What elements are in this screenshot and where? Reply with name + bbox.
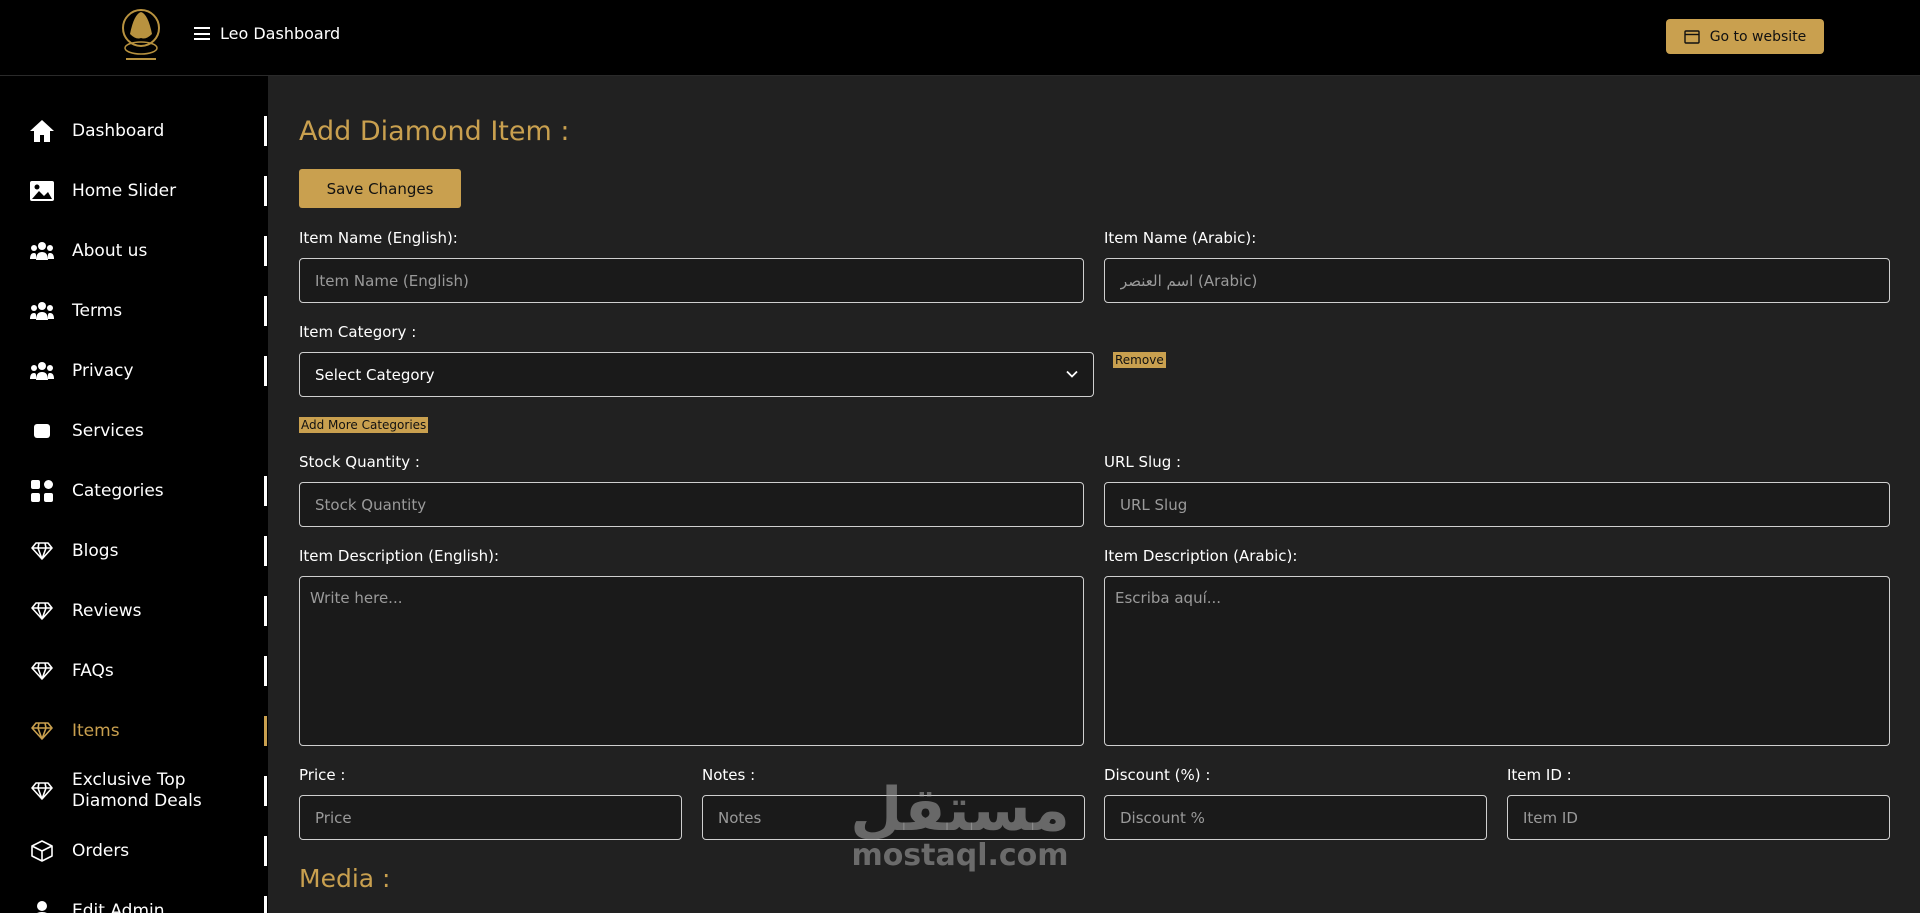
diamond-icon — [28, 717, 56, 745]
item-name-en-label: Item Name (English): — [299, 229, 458, 247]
sidebar-item-home-slider[interactable]: Home Slider — [0, 176, 268, 206]
sidebar-item-label: Exclusive Top Diamond Deals — [72, 770, 202, 811]
description-ar-textarea[interactable] — [1104, 576, 1890, 746]
sidebar-item-about-us[interactable]: About us — [0, 236, 268, 266]
sidebar-divider — [264, 116, 267, 146]
sidebar-item-items[interactable]: Items — [0, 716, 268, 746]
category-select-value: Select Category — [315, 365, 435, 384]
item-category-label: Item Category : — [299, 323, 417, 341]
discount-label: Discount (%) : — [1104, 766, 1211, 784]
sidebar-divider — [264, 656, 267, 686]
image-icon — [28, 177, 56, 205]
diamond-icon — [28, 597, 56, 625]
sidebar-divider — [264, 176, 267, 206]
sidebar-divider — [264, 296, 267, 326]
grid-icon — [28, 477, 56, 505]
sidebar-item-edit-admin[interactable]: Edit Admin — [0, 896, 268, 913]
add-more-categories-button[interactable]: Add More Categories — [299, 417, 429, 433]
top-bar: Leo Dashboard Go to website — [0, 0, 1920, 76]
chevron-down-icon — [1066, 370, 1078, 378]
remove-category-button[interactable]: Remove — [1113, 352, 1166, 368]
sidebar-item-dashboard[interactable]: Dashboard — [0, 116, 268, 146]
sidebar-item-services[interactable]: Services — [0, 416, 268, 446]
media-section-title: Media : — [299, 864, 391, 893]
sidebar-item-label: Services — [72, 420, 144, 441]
box-icon — [28, 837, 56, 865]
sidebar-item-orders[interactable]: Orders — [0, 836, 268, 866]
sidebar-item-label: Edit Admin — [72, 900, 165, 913]
page-title: Add Diamond Item : — [299, 116, 570, 147]
url-slug-label: URL Slug : — [1104, 453, 1182, 471]
diamond-icon — [28, 777, 56, 805]
sidebar-item-label: Home Slider — [72, 180, 177, 201]
item-id-label: Item ID : — [1507, 766, 1572, 784]
go-to-website-label: Go to website — [1709, 28, 1807, 45]
browser-window-icon — [1683, 29, 1700, 44]
sidebar-item-label: FAQs — [72, 660, 114, 681]
stock-quantity-input[interactable] — [299, 482, 1084, 527]
users-icon — [28, 297, 56, 325]
sidebar-divider — [264, 476, 267, 506]
sidebar-item-exclusive-deals[interactable]: Exclusive Top Diamond Deals — [0, 768, 268, 814]
sidebar-item-label: Orders — [72, 840, 130, 861]
brand-logo[interactable] — [116, 6, 166, 64]
diamond-icon — [28, 657, 56, 685]
item-category-select[interactable]: Select Category — [299, 352, 1094, 397]
price-label: Price : — [299, 766, 346, 784]
sidebar-item-terms[interactable]: Terms — [0, 296, 268, 326]
square-icon — [28, 417, 56, 445]
sidebar-item-label: About us — [72, 240, 148, 261]
sidebar: Dashboard Home Slider About us Terms Pri… — [0, 76, 268, 913]
sidebar-item-label: Terms — [72, 300, 123, 321]
sidebar-item-label: Blogs — [72, 540, 119, 561]
sidebar-divider — [264, 236, 267, 266]
sidebar-item-reviews[interactable]: Reviews — [0, 596, 268, 626]
app-title: Leo Dashboard — [220, 24, 341, 43]
save-changes-button[interactable]: Save Changes — [299, 169, 461, 208]
sidebar-item-label: Items — [72, 720, 120, 741]
sidebar-item-label: Dashboard — [72, 120, 165, 141]
sidebar-divider — [264, 896, 267, 913]
sidebar-item-label: Reviews — [72, 600, 142, 621]
item-name-ar-input[interactable] — [1104, 258, 1890, 303]
url-slug-input[interactable] — [1104, 482, 1890, 527]
price-input[interactable] — [299, 795, 682, 840]
sidebar-item-label: Privacy — [72, 360, 134, 381]
user-icon — [28, 897, 56, 913]
diamond-icon — [28, 537, 56, 565]
notes-label: Notes : — [702, 766, 756, 784]
item-id-input[interactable] — [1507, 795, 1890, 840]
sidebar-item-faqs[interactable]: FAQs — [0, 656, 268, 686]
menu-toggle-button[interactable]: Leo Dashboard — [194, 24, 340, 43]
sidebar-divider — [264, 356, 267, 386]
notes-input[interactable] — [702, 795, 1085, 840]
description-en-label: Item Description (English): — [299, 547, 500, 565]
item-name-ar-label: Item Name (Arabic): — [1104, 229, 1257, 247]
sidebar-item-categories[interactable]: Categories — [0, 476, 268, 506]
sidebar-item-label: Categories — [72, 480, 164, 501]
sidebar-divider — [264, 836, 267, 866]
sidebar-item-privacy[interactable]: Privacy — [0, 356, 268, 386]
description-en-textarea[interactable] — [299, 576, 1084, 746]
sidebar-item-blogs[interactable]: Blogs — [0, 536, 268, 566]
stock-quantity-label: Stock Quantity : — [299, 453, 420, 471]
sidebar-divider — [264, 776, 267, 806]
description-ar-label: Item Description (Arabic): — [1104, 547, 1298, 565]
users-icon — [28, 357, 56, 385]
main-content: Add Diamond Item : Save Changes Item Nam… — [268, 76, 1920, 913]
item-name-en-input[interactable] — [299, 258, 1084, 303]
go-to-website-button[interactable]: Go to website — [1666, 19, 1824, 54]
sidebar-divider — [264, 596, 267, 626]
sidebar-active-indicator — [264, 716, 267, 746]
users-icon — [28, 237, 56, 265]
sidebar-divider — [264, 536, 267, 566]
home-icon — [28, 117, 56, 145]
hamburger-icon — [194, 27, 210, 40]
discount-input[interactable] — [1104, 795, 1487, 840]
